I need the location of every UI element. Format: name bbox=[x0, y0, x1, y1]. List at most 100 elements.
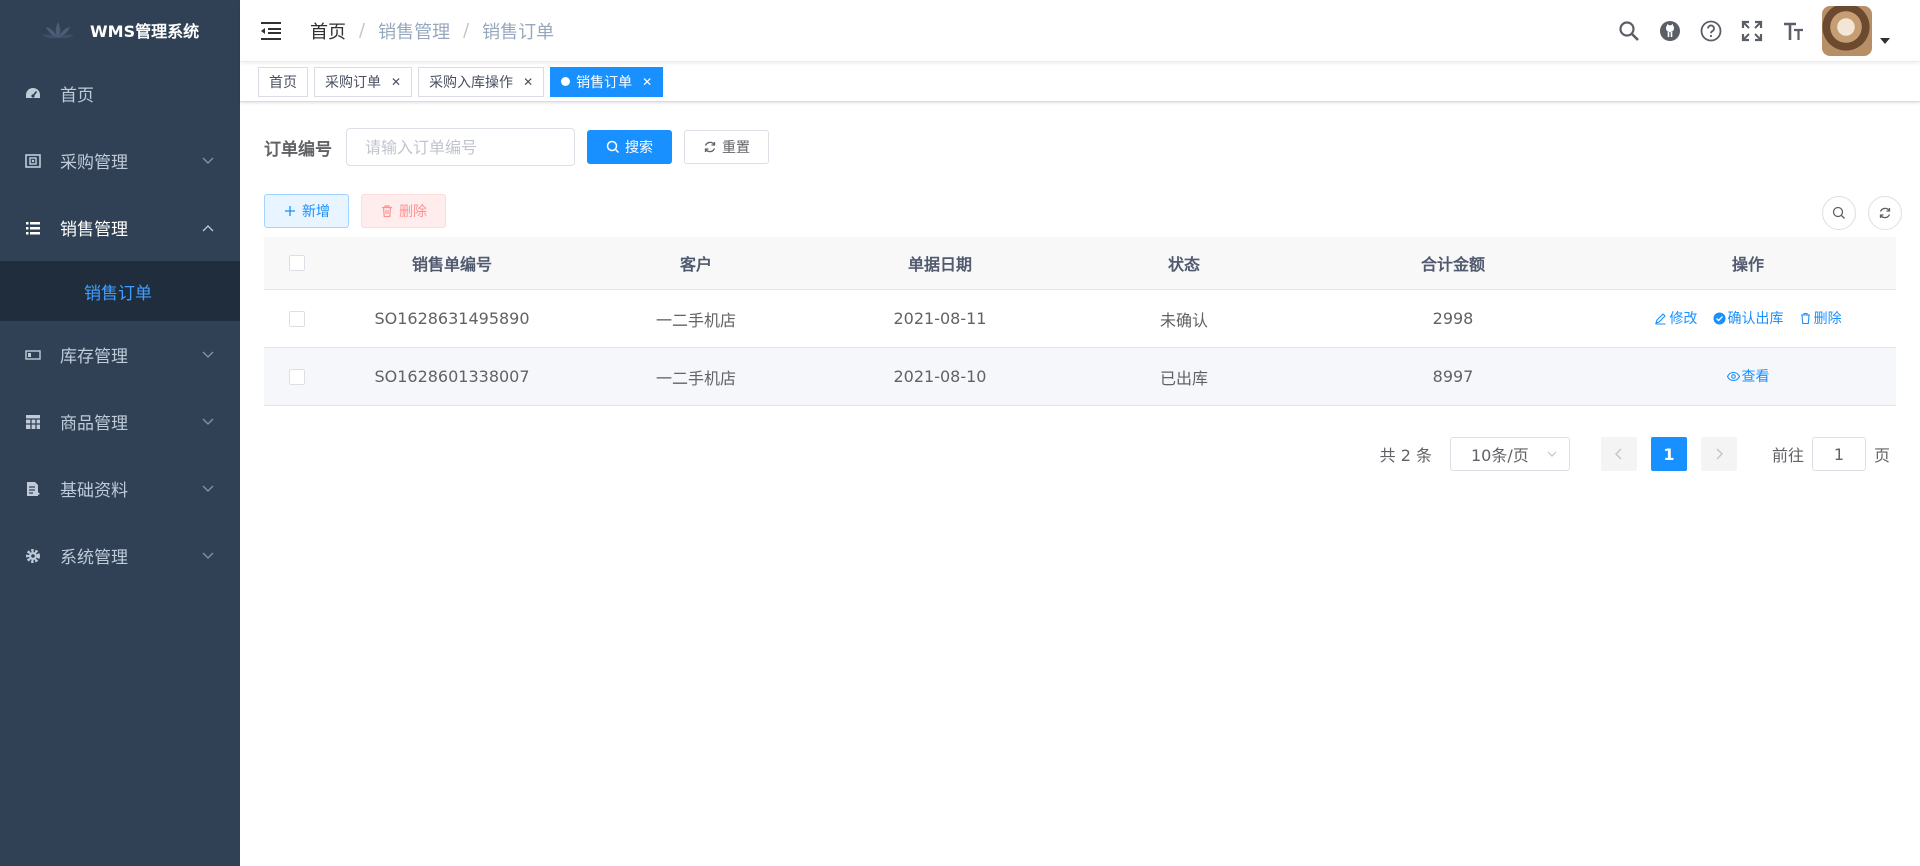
tag-label: 采购入库操作 bbox=[429, 74, 514, 91]
cell-actions: 修改 确认出库 删除 bbox=[1600, 308, 1896, 329]
dashboard-icon bbox=[24, 85, 42, 103]
cell-amount: 2998 bbox=[1432, 309, 1474, 328]
search-form: 订单编号 搜索 重置 bbox=[264, 128, 769, 166]
chevron-down-icon bbox=[202, 418, 214, 425]
row-checkbox[interactable] bbox=[289, 310, 305, 327]
page-size-select[interactable]: 10条/页 bbox=[1449, 437, 1570, 471]
toggle-search-button[interactable] bbox=[1822, 196, 1856, 230]
logo: WMS管理系统 bbox=[0, 0, 240, 60]
edit-link[interactable]: 修改 bbox=[1654, 308, 1697, 328]
sales-order-table: 销售单编号 客户 单据日期 状态 合计金额 操作 SO1628631495890… bbox=[264, 237, 1896, 406]
sidebar-item-home[interactable]: 首页 bbox=[0, 60, 240, 127]
logo-icon bbox=[42, 22, 74, 39]
page-number[interactable]: 1 bbox=[1650, 437, 1687, 471]
goto-page-input[interactable] bbox=[1811, 437, 1866, 471]
add-button-label: 新增 bbox=[302, 204, 330, 220]
sidebar-item-label: 基础资料 bbox=[60, 481, 128, 501]
delete-button[interactable]: 删除 bbox=[361, 194, 446, 228]
sidebar-item-sales[interactable]: 销售管理 bbox=[0, 194, 240, 261]
sidebar-subitem-label: 销售订单 bbox=[84, 283, 152, 304]
cell-amount: 8997 bbox=[1432, 367, 1474, 386]
add-button[interactable]: 新增 bbox=[264, 194, 349, 228]
tags-view: 首页 采购订单 ✕ 采购入库操作 ✕ 销售订单 ✕ bbox=[240, 62, 1920, 102]
chevron-right-icon bbox=[1716, 448, 1723, 460]
chevron-down-icon bbox=[202, 157, 214, 164]
sidebar-item-label: 首页 bbox=[60, 86, 94, 106]
tag-label: 采购订单 bbox=[325, 74, 381, 91]
gear-icon bbox=[24, 547, 42, 565]
page-suffix: 页 bbox=[1873, 446, 1890, 465]
check-circle-icon bbox=[1713, 312, 1725, 325]
sidebar-subitem-sales-order[interactable]: 销售订单 bbox=[0, 261, 240, 321]
confirm-outbound-link[interactable]: 确认出库 bbox=[1713, 308, 1784, 328]
refresh-table-button[interactable] bbox=[1868, 196, 1902, 230]
delete-link[interactable]: 删除 bbox=[1799, 308, 1842, 328]
close-icon[interactable]: ✕ bbox=[642, 75, 652, 89]
select-all-checkbox[interactable] bbox=[289, 255, 305, 271]
order-code-input[interactable] bbox=[346, 128, 575, 166]
tag-label: 首页 bbox=[269, 74, 297, 91]
page-jumper: 前往 页 bbox=[1772, 437, 1890, 471]
help-icon[interactable] bbox=[1698, 18, 1724, 44]
sidebar-item-label: 系统管理 bbox=[60, 548, 128, 568]
column-header: 状态 bbox=[1167, 255, 1200, 274]
table-row: SO1628631495890 一二手机店 2021-08-11 未确认 299… bbox=[264, 290, 1896, 348]
sidebar-item-label: 库存管理 bbox=[60, 347, 128, 367]
pagination-total: 共 2 条 bbox=[1379, 446, 1432, 465]
breadcrumb-home[interactable]: 首页 bbox=[310, 18, 346, 44]
tag-home[interactable]: 首页 bbox=[258, 66, 308, 97]
tag-label: 销售订单 bbox=[576, 74, 633, 91]
order-code-label: 订单编号 bbox=[264, 139, 332, 160]
eye-icon bbox=[1726, 371, 1740, 381]
sidebar-item-purchase[interactable]: 采购管理 bbox=[0, 127, 240, 194]
search-button[interactable]: 搜索 bbox=[587, 130, 672, 164]
table-icon bbox=[24, 413, 42, 431]
search-icon bbox=[1832, 206, 1845, 219]
cell-customer: 一二手机店 bbox=[655, 310, 736, 330]
confirm-outbound-label: 确认出库 bbox=[1727, 311, 1784, 328]
sidebar-item-basic-data[interactable]: 基础资料 bbox=[0, 455, 240, 522]
reset-button[interactable]: 重置 bbox=[684, 130, 769, 164]
breadcrumb-current: 销售订单 bbox=[482, 21, 555, 43]
cell-customer: 一二手机店 bbox=[655, 368, 736, 388]
delete-button-label: 删除 bbox=[399, 204, 427, 220]
row-checkbox[interactable] bbox=[289, 368, 305, 385]
sidebar-item-system[interactable]: 系统管理 bbox=[0, 522, 240, 589]
tag-sales-order[interactable]: 销售订单 ✕ bbox=[550, 66, 664, 97]
github-icon[interactable] bbox=[1657, 18, 1683, 44]
sidebar-item-inventory[interactable]: 库存管理 bbox=[0, 321, 240, 388]
sidebar-item-label: 商品管理 bbox=[60, 414, 128, 434]
chevron-down-icon bbox=[1547, 451, 1557, 457]
list-icon bbox=[24, 219, 42, 237]
caret-down-icon[interactable] bbox=[1880, 38, 1890, 44]
purchase-icon bbox=[24, 152, 42, 170]
close-icon[interactable]: ✕ bbox=[391, 75, 401, 89]
document-icon bbox=[24, 480, 42, 498]
fullscreen-icon[interactable] bbox=[1739, 18, 1765, 44]
sidebar-item-goods[interactable]: 商品管理 bbox=[0, 388, 240, 455]
inventory-icon bbox=[24, 346, 42, 364]
search-icon[interactable] bbox=[1616, 18, 1642, 44]
edit-icon bbox=[1655, 312, 1667, 325]
prev-page-button[interactable] bbox=[1600, 437, 1637, 471]
edit-link-label: 修改 bbox=[1669, 311, 1698, 328]
menu-fold-icon[interactable] bbox=[260, 21, 282, 41]
app-title: WMS管理系统 bbox=[90, 22, 200, 41]
avatar[interactable] bbox=[1822, 6, 1872, 56]
column-header: 客户 bbox=[679, 255, 712, 274]
cell-status: 未确认 bbox=[1159, 310, 1208, 330]
view-link[interactable]: 查看 bbox=[1726, 366, 1770, 386]
next-page-button[interactable] bbox=[1700, 437, 1737, 471]
tag-purchase-order[interactable]: 采购订单 ✕ bbox=[314, 66, 413, 97]
column-header: 销售单编号 bbox=[411, 255, 492, 274]
cell-code: SO1628601338007 bbox=[374, 367, 530, 386]
tag-purchase-inbound[interactable]: 采购入库操作 ✕ bbox=[418, 66, 545, 97]
search-button-label: 搜索 bbox=[625, 140, 653, 156]
table-header: 销售单编号 客户 单据日期 状态 合计金额 操作 bbox=[264, 237, 1896, 290]
sidebar: WMS管理系统 首页 采购管理 销售管理 销售订单 库存管理 商品管理 基础资料… bbox=[0, 0, 240, 866]
navbar: 首页 / 销售管理 / 销售订单 bbox=[240, 0, 1920, 62]
close-icon[interactable]: ✕ bbox=[523, 75, 533, 89]
chevron-down-icon bbox=[202, 351, 214, 358]
chevron-up-icon bbox=[202, 224, 214, 231]
font-size-icon[interactable] bbox=[1780, 18, 1806, 44]
